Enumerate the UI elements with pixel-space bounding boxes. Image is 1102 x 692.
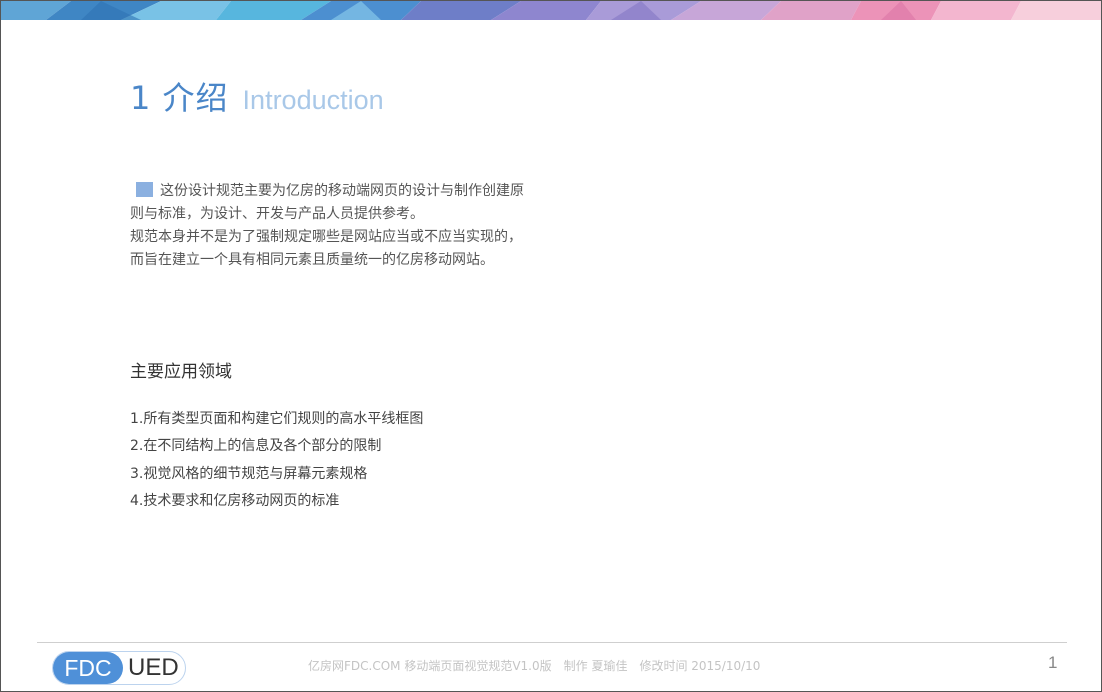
logo-fdc-text: FDC <box>53 652 123 684</box>
polygon-banner-graphic <box>1 1 1101 20</box>
intro-paragraph-1-text: 这份设计规范主要为亿房的移动端网页的设计与制作创建原则与标准，为设计、开发与产品… <box>130 183 524 222</box>
application-areas-list: 1.所有类型页面和构建它们规则的高水平线框图 2.在不同结构上的信息及各个部分的… <box>130 406 423 515</box>
list-item: 1.所有类型页面和构建它们规则的高水平线框图 <box>130 411 424 427</box>
footer-divider <box>37 642 1067 643</box>
footer-info: 亿房网FDC.COM 移动端页面视觉规范V1.0版 制作 夏瑜佳 修改时间 2015… <box>308 657 772 674</box>
list-item: 3.视觉风格的细节规范与屏幕元素规格 <box>130 465 368 482</box>
list-item: 4.技术要求和亿房移动网页的标准 <box>130 492 340 509</box>
page-number: 1 <box>1048 653 1058 672</box>
logo-ued-text: UED <box>128 654 179 681</box>
heading-english: Introduction <box>242 85 384 115</box>
blue-square-marker-icon <box>136 182 153 197</box>
top-decorative-banner <box>1 1 1101 20</box>
page-heading: 1 介绍 Introduction <box>130 73 384 119</box>
footer-modified-date: 修改时间 2015/10/10 <box>639 659 761 673</box>
intro-paragraph-1: 这份设计规范主要为亿房的移动端网页的设计与制作创建原则与标准，为设计、开发与产品… <box>130 180 532 226</box>
intro-text-block: 这份设计规范主要为亿房的移动端网页的设计与制作创建原则与标准，为设计、开发与产品… <box>130 180 532 272</box>
intro-paragraph-2: 规范本身并不是为了强制规定哪些是网站应当或不应当实现的，而旨在建立一个具有相同元… <box>130 229 522 268</box>
footer-doc-name: 亿房网FDC.COM 移动端页面视觉规范V1.0版 <box>308 659 552 673</box>
fdc-ued-logo: FDC UED <box>52 651 186 685</box>
slide-page: 1 介绍 Introduction 这份设计规范主要为亿房的移动端网页的设计与制作… <box>0 0 1102 692</box>
section-title: 主要应用领域 <box>130 362 232 382</box>
footer-author: 制作 夏瑜佳 <box>563 659 628 673</box>
heading-number-chinese: 1 介绍 <box>130 79 229 117</box>
list-item: 2.在不同结构上的信息及各个部分的限制 <box>130 438 382 455</box>
